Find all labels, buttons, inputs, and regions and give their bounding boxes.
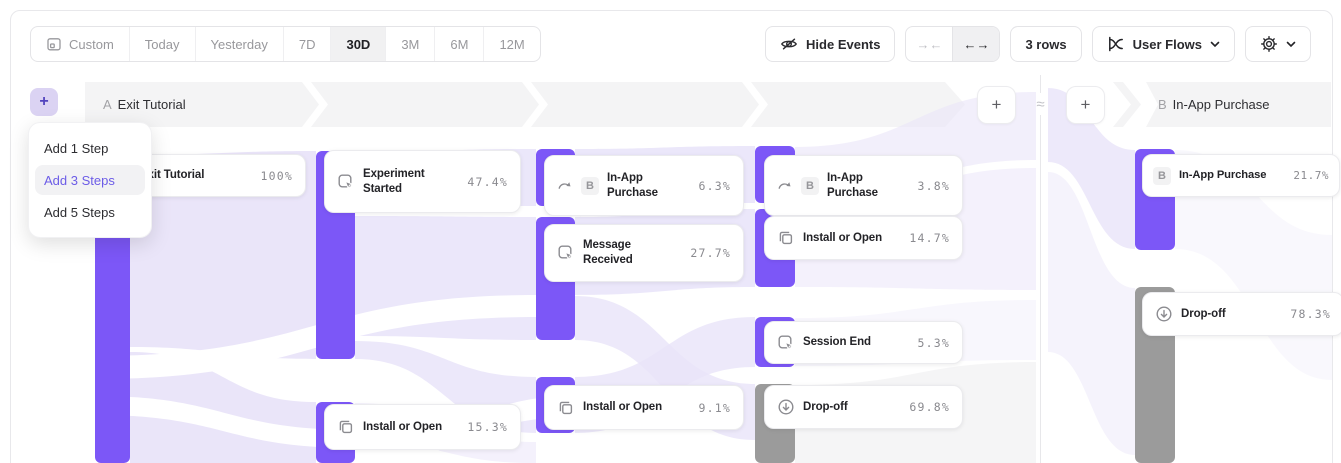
date-range-label: Custom bbox=[69, 37, 114, 52]
settings-dropdown[interactable] bbox=[1245, 26, 1311, 62]
eye-off-icon bbox=[780, 35, 798, 53]
node-experiment-started[interactable]: Experiment Started 47.4% bbox=[324, 150, 521, 213]
flow-a-header: A Exit Tutorial bbox=[103, 82, 186, 127]
date-range-6m[interactable]: 6M bbox=[434, 27, 483, 61]
chevron-down-icon bbox=[1210, 41, 1220, 48]
date-range-30d[interactable]: 30D bbox=[330, 27, 385, 61]
flow-a-letter: A bbox=[103, 97, 112, 112]
redo-icon bbox=[777, 178, 793, 194]
panel-divider bbox=[1040, 75, 1041, 463]
drop-off-icon bbox=[777, 398, 795, 416]
add-step-button-a[interactable]: + bbox=[30, 88, 58, 116]
collapse-columns-button[interactable]: →← bbox=[906, 27, 952, 61]
add-step-button-b-start[interactable]: + bbox=[1066, 86, 1105, 124]
rows-button[interactable]: 3 rows bbox=[1010, 26, 1081, 62]
flow-b-letter: B bbox=[1158, 97, 1167, 112]
flow-a-step-band[interactable] bbox=[85, 82, 965, 127]
flow-b-badge: B bbox=[1153, 167, 1171, 185]
hide-events-button[interactable]: Hide Events bbox=[765, 26, 895, 62]
expand-icon: ←→ bbox=[963, 37, 989, 52]
chart-type-dropdown[interactable]: User Flows bbox=[1092, 26, 1235, 62]
flow-b-badge: B bbox=[801, 177, 819, 195]
add-step-menu: Add 1 Step Add 3 Steps Add 5 Steps bbox=[28, 122, 152, 238]
flow-a-name: Exit Tutorial bbox=[118, 97, 186, 112]
node-message-received[interactable]: Message Received 27.7% bbox=[544, 224, 744, 282]
right-toolbar: Hide Events →← ←→ 3 rows User Flows bbox=[765, 26, 1311, 62]
plus-icon: + bbox=[1081, 95, 1091, 115]
drop-off-icon bbox=[1155, 305, 1173, 323]
date-range-7d[interactable]: 7D bbox=[283, 27, 331, 61]
date-range-yesterday[interactable]: Yesterday bbox=[195, 27, 283, 61]
copy-icon bbox=[557, 399, 575, 417]
user-flows-icon bbox=[1107, 35, 1125, 53]
plus-icon: + bbox=[39, 93, 48, 111]
approx-icon: ≈ bbox=[1029, 93, 1052, 115]
node-exit-tutorial[interactable]: Exit Tutorial 100% bbox=[127, 154, 306, 197]
click-icon bbox=[337, 173, 355, 191]
add-step-button-a-end[interactable]: + bbox=[977, 86, 1016, 124]
node-in-app-purchase-step3[interactable]: B In-App Purchase 6.3% bbox=[544, 155, 744, 216]
copy-icon bbox=[777, 229, 795, 247]
plus-icon: + bbox=[992, 95, 1002, 115]
date-range-3m[interactable]: 3M bbox=[385, 27, 434, 61]
collapse-icon: →← bbox=[916, 37, 942, 52]
calendar-icon bbox=[46, 36, 62, 52]
menu-item-add-5-steps[interactable]: Add 5 Steps bbox=[35, 197, 145, 227]
expand-columns-button[interactable]: ←→ bbox=[952, 27, 999, 61]
node-install-or-open-step4[interactable]: Install or Open 14.7% bbox=[764, 216, 963, 260]
node-install-or-open-step2[interactable]: Install or Open 15.3% bbox=[324, 404, 521, 450]
node-in-app-purchase-step4[interactable]: B In-App Purchase 3.8% bbox=[764, 155, 963, 216]
date-range-custom[interactable]: Custom bbox=[31, 27, 129, 61]
copy-icon bbox=[337, 418, 355, 436]
gear-icon bbox=[1260, 35, 1278, 53]
node-in-app-purchase-b[interactable]: B In-App Purchase 21.7% bbox=[1142, 154, 1340, 197]
menu-item-add-1-step[interactable]: Add 1 Step bbox=[35, 133, 145, 163]
menu-item-add-3-steps[interactable]: Add 3 Steps bbox=[35, 165, 145, 195]
node-install-or-open-step3[interactable]: Install or Open 9.1% bbox=[544, 385, 744, 430]
flow-b-header: B In-App Purchase bbox=[1158, 82, 1270, 127]
flow-b-name: In-App Purchase bbox=[1173, 97, 1270, 112]
flow-b-badge: B bbox=[581, 177, 599, 195]
node-session-end[interactable]: Session End 5.3% bbox=[764, 321, 963, 364]
chevron-down-icon bbox=[1286, 41, 1296, 48]
spacing-toggle: →← ←→ bbox=[905, 26, 1000, 62]
date-range-today[interactable]: Today bbox=[129, 27, 195, 61]
date-range-12m[interactable]: 12M bbox=[483, 27, 539, 61]
redo-icon bbox=[557, 178, 573, 194]
node-drop-off-b[interactable]: Drop-off 78.3% bbox=[1142, 292, 1341, 336]
click-icon bbox=[557, 244, 575, 262]
click-icon bbox=[777, 334, 795, 352]
date-range-control: Custom Today Yesterday 7D 30D 3M 6M 12M bbox=[30, 26, 541, 62]
node-drop-off-a[interactable]: Drop-off 69.8% bbox=[764, 385, 963, 429]
